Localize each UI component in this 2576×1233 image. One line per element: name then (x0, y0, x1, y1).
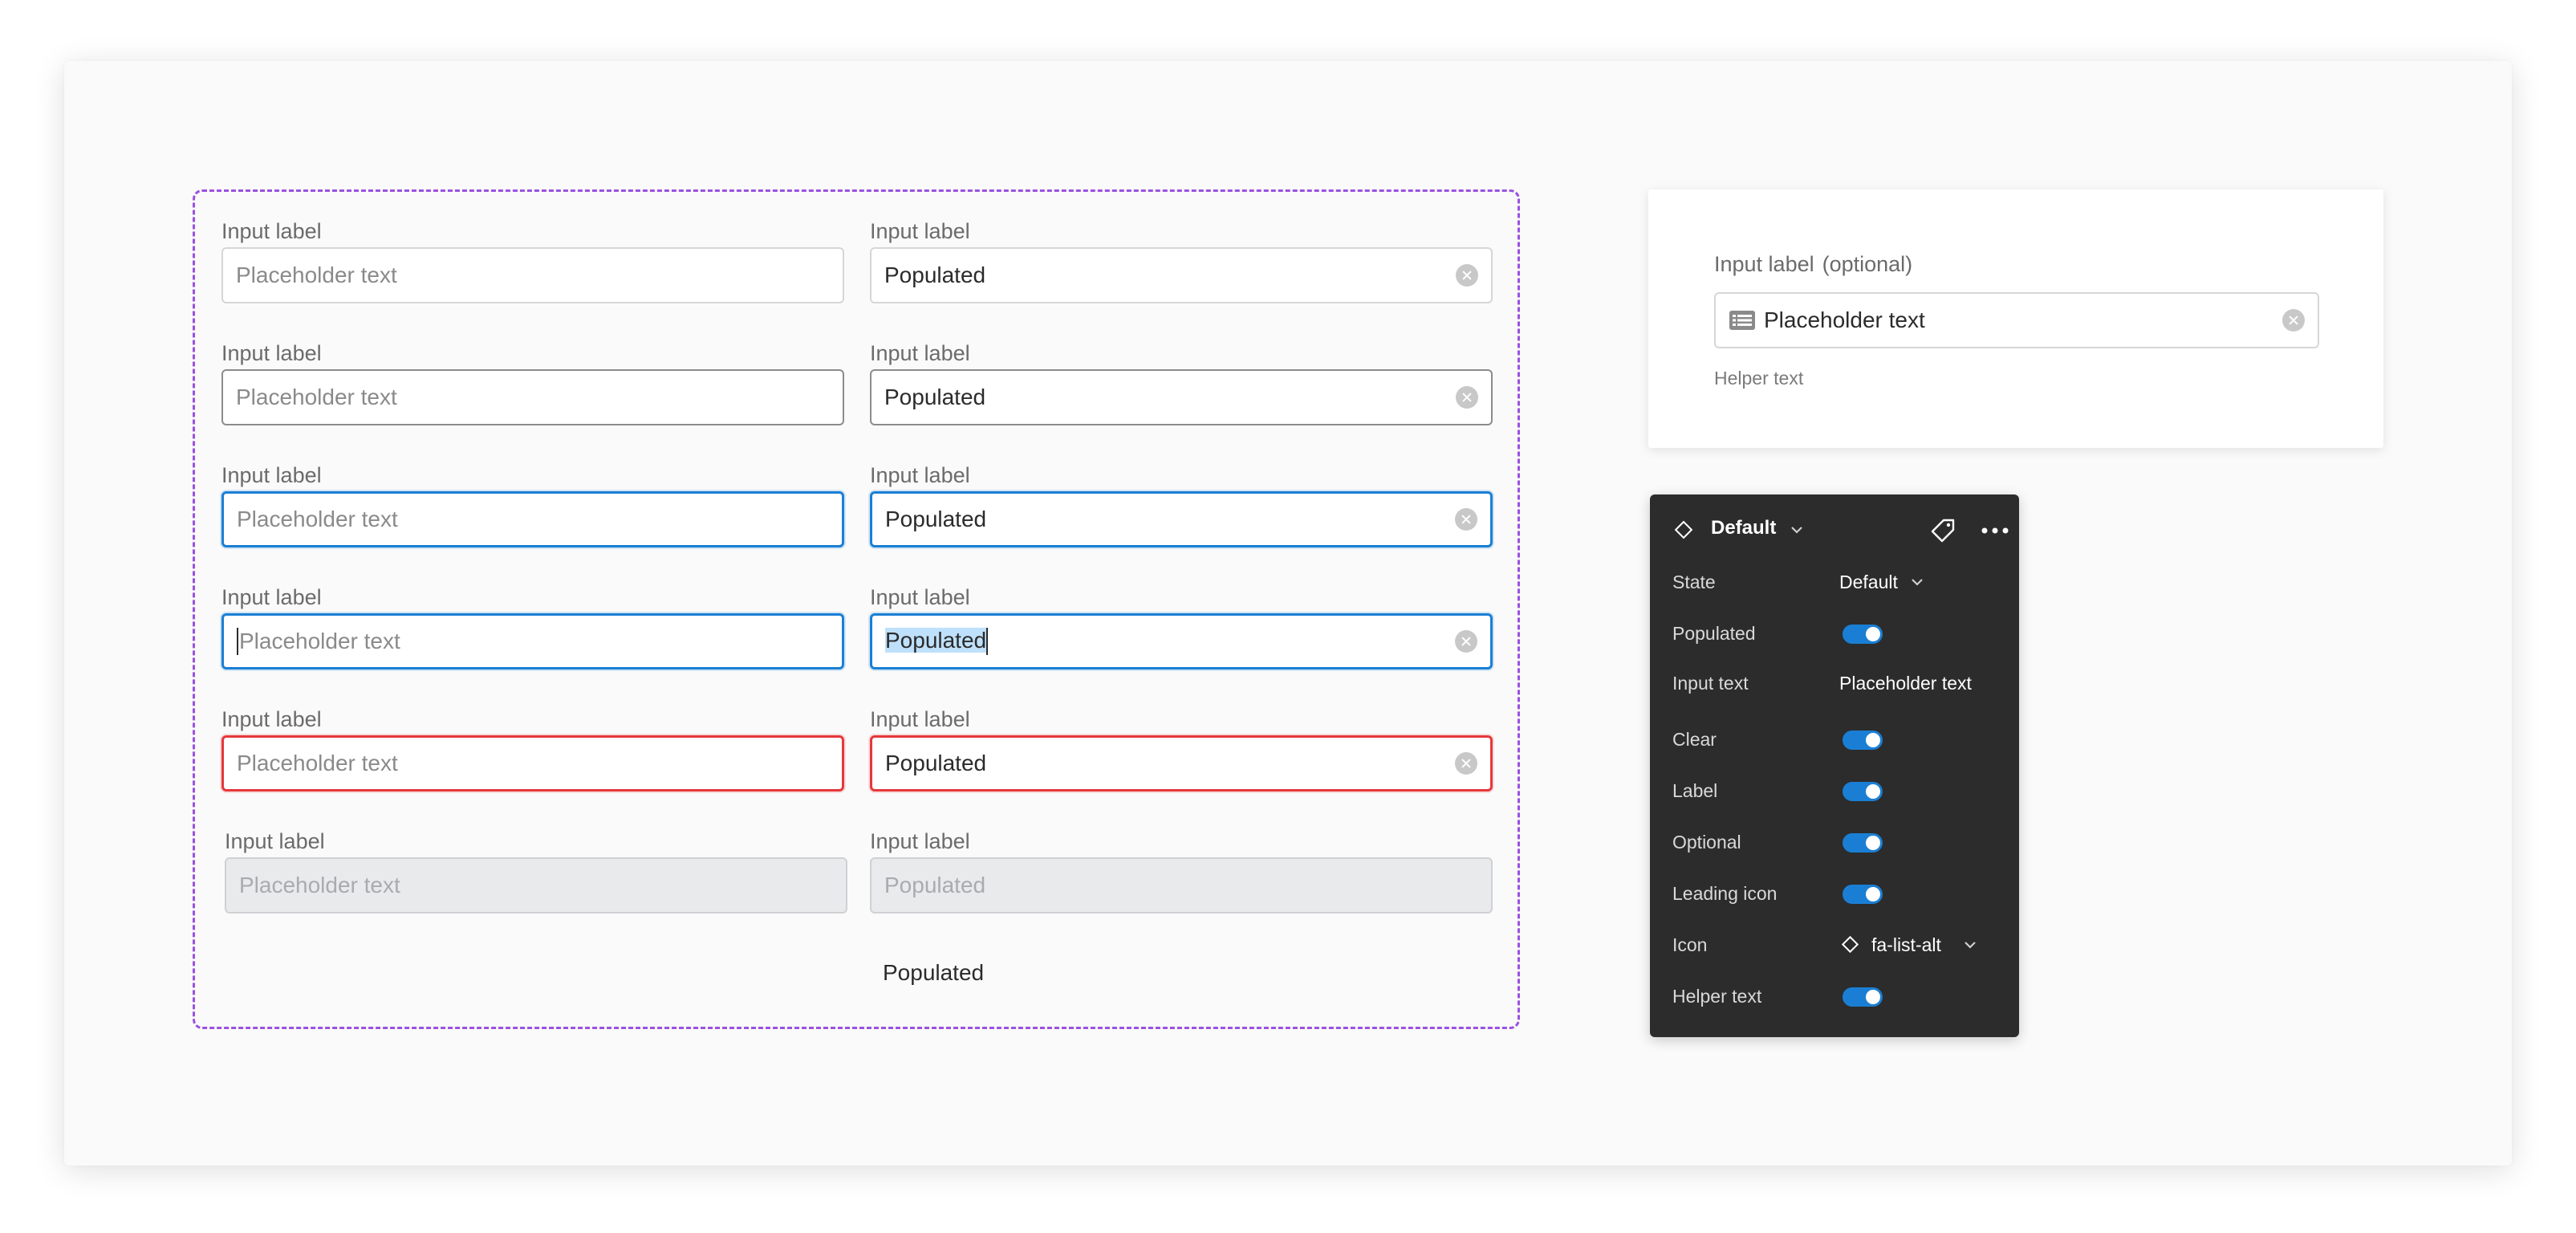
prop-label-state: State (1672, 572, 1716, 592)
prop-label-input-text: Input text (1672, 673, 1749, 694)
prop-label-clear: Clear (1672, 729, 1717, 750)
tag-icon[interactable] (1929, 517, 1956, 544)
clear-icon[interactable] (1456, 264, 1478, 287)
placeholder-text: Placeholder text (237, 507, 398, 531)
clear-icon[interactable] (2282, 309, 2305, 332)
text-input[interactable]: Placeholder text (221, 247, 844, 303)
input-value: Populated (885, 507, 987, 531)
chevron-down-icon[interactable] (1910, 577, 1924, 587)
text-input[interactable]: Placeholder text (221, 613, 844, 669)
component-properties-panel: Default State Default Populated Input te… (1650, 494, 2019, 1037)
text-input-disabled: Placeholder text (225, 857, 847, 914)
input-text-value[interactable]: Placeholder text (1839, 673, 1972, 694)
label-text: Input label (1714, 252, 1814, 276)
preview-input-label: Input label (optional) (1714, 252, 1912, 277)
text-input[interactable]: Placeholder text (221, 735, 844, 791)
clear-toggle[interactable] (1843, 730, 1883, 750)
icon-select[interactable]: fa-list-alt (1871, 934, 1941, 956)
text-caret (237, 628, 238, 655)
placeholder-text: Placeholder text (236, 262, 397, 287)
helper-text: Helper text (1714, 368, 1804, 389)
text-input-disabled: Populated (870, 857, 1493, 914)
input-label: Input label (221, 585, 322, 609)
input-label: Input label (870, 341, 970, 365)
prop-label-optional: Optional (1672, 832, 1741, 853)
input-label: Input label (221, 463, 322, 487)
placeholder-text: Placeholder text (239, 873, 400, 897)
text-input[interactable]: Placeholder text (221, 491, 844, 547)
input-label: Input label (870, 219, 970, 243)
input-value: Populated (885, 751, 987, 775)
input-preview-card: Input label (optional) Placeholder text H… (1648, 189, 2383, 448)
prop-label-populated: Populated (1672, 623, 1756, 644)
selected-text: Populated (885, 627, 987, 653)
more-icon[interactable] (1981, 527, 2009, 535)
text-input[interactable]: Populated (870, 369, 1493, 425)
prop-label-icon: Icon (1672, 934, 1708, 955)
input-label: Input label (225, 829, 325, 853)
optional-text: (optional) (1822, 252, 1913, 276)
text-caret (986, 628, 989, 656)
placeholder-text: Placeholder text (236, 385, 397, 409)
clear-icon[interactable] (1455, 752, 1477, 775)
clear-icon[interactable] (1456, 386, 1478, 409)
bare-populated-text: Populated (883, 960, 985, 985)
input-value: Populated (884, 385, 986, 409)
input-value: Populated (884, 873, 986, 897)
label-toggle[interactable] (1843, 782, 1883, 801)
prop-label-label: Label (1672, 780, 1718, 801)
input-label: Input label (870, 707, 970, 731)
input-value: Populated (884, 262, 986, 287)
input-label: Input label (870, 829, 970, 853)
list-alt-icon (1729, 311, 1755, 330)
state-select[interactable]: Default (1839, 572, 1898, 593)
input-label: Input label (870, 463, 970, 487)
populated-toggle[interactable] (1843, 625, 1883, 644)
text-input[interactable]: Populated (870, 735, 1493, 791)
preview-text-input[interactable]: Placeholder text (1714, 292, 2319, 348)
chevron-down-icon[interactable] (1963, 940, 1977, 950)
prop-label-helper-text: Helper text (1672, 986, 1762, 1007)
placeholder-text: Placeholder text (1764, 307, 1925, 332)
input-label: Input label (870, 585, 970, 609)
component-diamond-icon (1841, 935, 1859, 954)
text-input[interactable]: Populated (870, 491, 1493, 547)
helper-text-toggle[interactable] (1843, 987, 1883, 1007)
panel-header: Default (1650, 494, 2019, 565)
input-value: Populated (885, 627, 1455, 656)
prop-label-leading-icon: Leading icon (1672, 883, 1778, 904)
optional-toggle[interactable] (1843, 833, 1883, 853)
input-label: Input label (221, 341, 322, 365)
placeholder-text: Placeholder text (237, 751, 398, 775)
text-input[interactable]: Populated (870, 247, 1493, 303)
clear-icon[interactable] (1455, 508, 1477, 531)
placeholder-text: Placeholder text (239, 629, 400, 653)
input-label: Input label (221, 707, 322, 731)
variant-selector[interactable]: Default (1711, 517, 1776, 539)
input-label: Input label (221, 219, 322, 243)
text-input[interactable]: Populated (870, 613, 1493, 669)
clear-icon[interactable] (1455, 630, 1477, 653)
text-input[interactable]: Placeholder text (221, 369, 844, 425)
component-diamond-icon (1674, 520, 1693, 539)
leading-icon-toggle[interactable] (1843, 885, 1883, 904)
chevron-down-icon[interactable] (1790, 525, 1804, 535)
